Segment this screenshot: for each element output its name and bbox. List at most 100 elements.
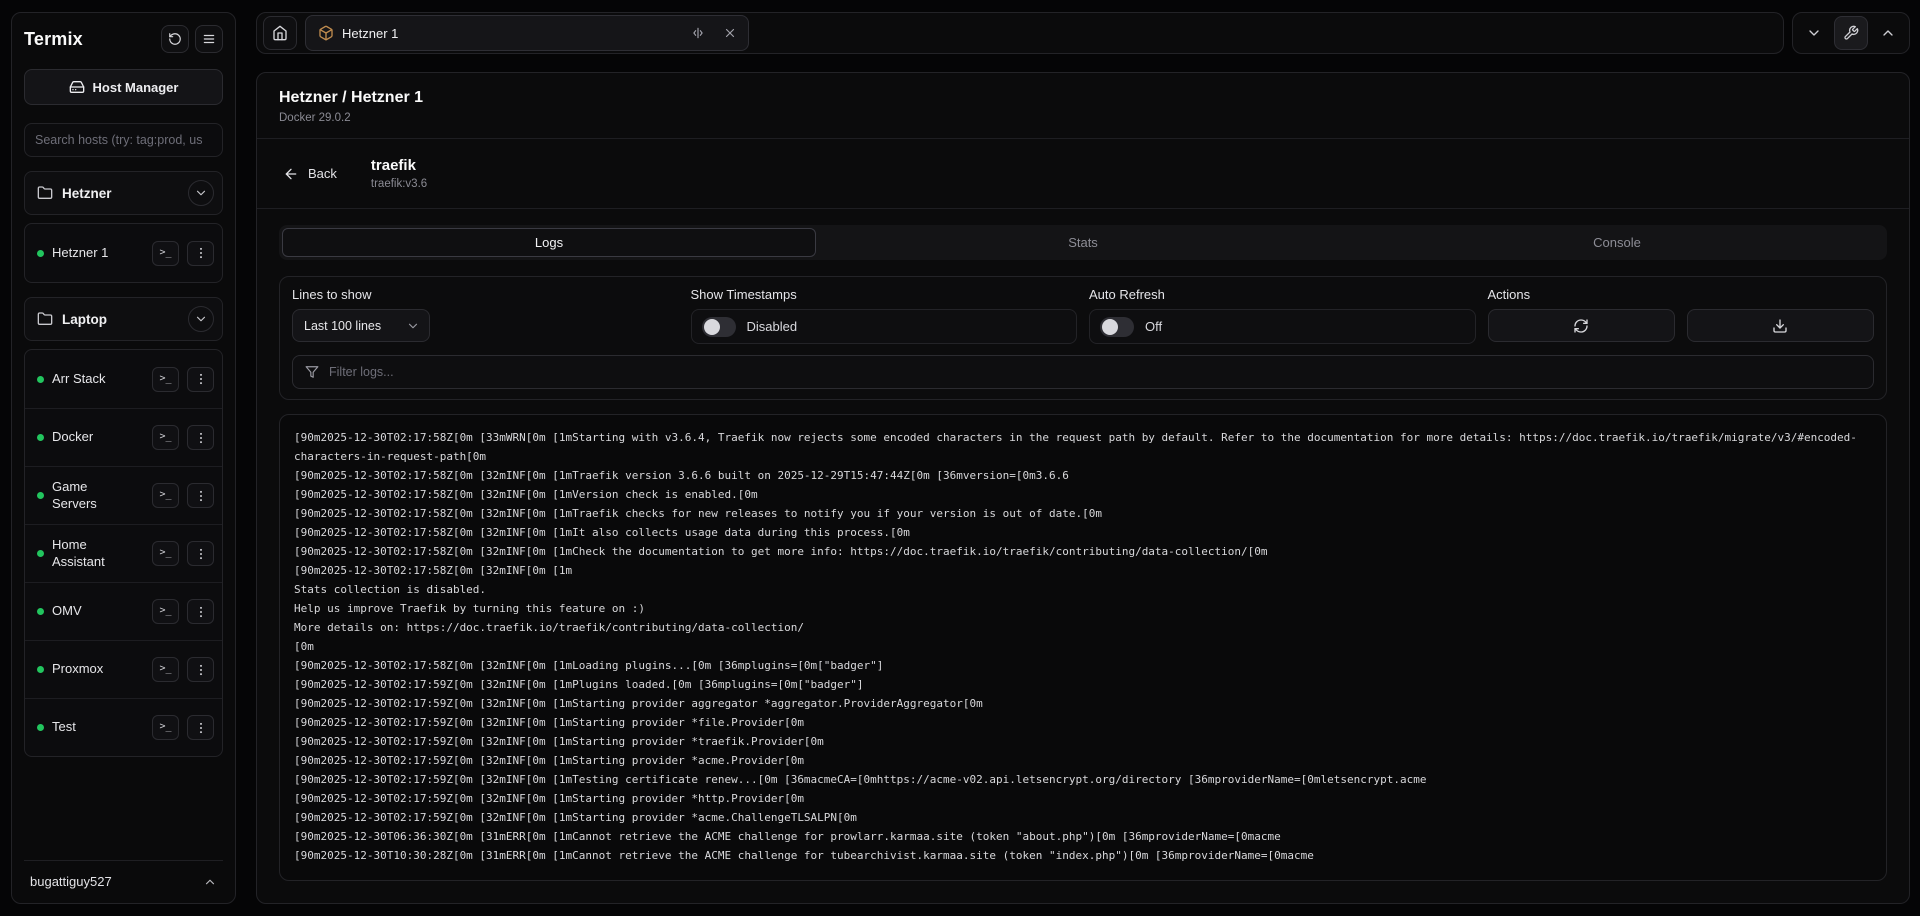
- tab-console[interactable]: Console: [1350, 228, 1884, 257]
- kebab-menu-icon: [194, 605, 208, 619]
- filter-logs-input[interactable]: [329, 365, 1861, 379]
- back-button[interactable]: Back: [279, 160, 341, 188]
- show-timestamps-toggle[interactable]: [702, 317, 736, 337]
- log-line: [90m2025-12-30T02:17:59Z[0m [32mINF[0m […: [294, 732, 1872, 751]
- menu-button[interactable]: [195, 25, 223, 53]
- lines-to-show-label: Lines to show: [292, 287, 679, 302]
- search-hosts-input[interactable]: [24, 123, 223, 157]
- wrench-icon: [1843, 25, 1859, 41]
- container-name: traefik: [371, 157, 427, 174]
- close-tab-button[interactable]: [718, 21, 742, 45]
- tools-button[interactable]: [1834, 16, 1868, 50]
- open-terminal-button[interactable]: >_: [152, 241, 179, 266]
- lines-to-show-value: Last 100 lines: [304, 319, 381, 333]
- host-row-proxmox[interactable]: Proxmox >_: [25, 640, 222, 698]
- log-line: [90m2025-12-30T02:17:59Z[0m [32mINF[0m […: [294, 808, 1872, 827]
- lines-to-show-select[interactable]: Last 100 lines: [292, 309, 430, 342]
- filter-icon: [305, 365, 319, 379]
- chevron-down-icon: [194, 312, 208, 326]
- host-row-game-servers[interactable]: Game Servers >_: [25, 466, 222, 524]
- host-menu-button[interactable]: [187, 241, 214, 266]
- host-group-hetzner[interactable]: Hetzner: [24, 171, 223, 215]
- log-line: More details on: https://doc.traefik.io/…: [294, 618, 1872, 637]
- home-button[interactable]: [263, 16, 297, 50]
- collapse-topbar-button[interactable]: [1871, 16, 1905, 50]
- open-terminal-button[interactable]: >_: [152, 715, 179, 740]
- host-row-hetzner-1[interactable]: Hetzner 1 >_: [25, 224, 222, 282]
- tab-logs[interactable]: Logs: [282, 228, 816, 257]
- show-timestamps-label: Show Timestamps: [691, 287, 1078, 302]
- container-image: traefik:v3.6: [371, 178, 427, 190]
- open-terminal-button[interactable]: >_: [152, 367, 179, 392]
- host-row-docker[interactable]: Docker >_: [25, 408, 222, 466]
- terminal-tab-hetzner-1[interactable]: Hetzner 1: [305, 15, 749, 51]
- close-icon: [723, 26, 737, 40]
- kebab-menu-icon: [194, 663, 208, 677]
- runtime-version: Docker 29.0.2: [279, 112, 1887, 124]
- group-collapse-button[interactable]: [188, 306, 214, 332]
- arrow-left-icon: [283, 166, 299, 182]
- host-menu-button[interactable]: [187, 425, 214, 450]
- host-name: Game Servers: [52, 479, 144, 513]
- kebab-menu-icon: [194, 431, 208, 445]
- host-menu-button[interactable]: [187, 541, 214, 566]
- log-viewer[interactable]: [90m2025-12-30T02:17:58Z[0m [33mWRN[0m […: [279, 414, 1887, 881]
- toggle-knob: [1102, 319, 1118, 335]
- host-name: Docker: [52, 429, 144, 446]
- toggle-knob: [704, 319, 720, 335]
- filter-row: [292, 355, 1874, 389]
- host-menu-button[interactable]: [187, 367, 214, 392]
- host-name: Hetzner 1: [52, 245, 144, 262]
- log-line: [0m: [294, 637, 1872, 656]
- kebab-menu-icon: [194, 489, 208, 503]
- log-line: [90m2025-12-30T02:17:59Z[0m [32mINF[0m […: [294, 770, 1872, 789]
- host-group-laptop[interactable]: Laptop: [24, 297, 223, 341]
- auto-refresh-label: Auto Refresh: [1089, 287, 1476, 302]
- host-menu-button[interactable]: [187, 657, 214, 682]
- action-buttons: [1488, 309, 1875, 342]
- show-timestamps-control: Show Timestamps Disabled: [691, 287, 1078, 344]
- host-manager-button[interactable]: Host Manager: [24, 69, 223, 105]
- status-dot-online: [37, 250, 44, 257]
- refresh-logs-button[interactable]: [1488, 309, 1675, 342]
- status-dot-online: [37, 666, 44, 673]
- status-dot-online: [37, 724, 44, 731]
- open-terminal-button[interactable]: >_: [152, 483, 179, 508]
- tab-stats[interactable]: Stats: [816, 228, 1350, 257]
- log-line: [90m2025-12-30T02:17:58Z[0m [32mINF[0m […: [294, 542, 1872, 561]
- group-collapse-button[interactable]: [188, 180, 214, 206]
- topbar: Hetzner 1: [256, 12, 1910, 54]
- host-name: Proxmox: [52, 661, 144, 678]
- actions-control: Actions: [1488, 287, 1875, 344]
- host-menu-button[interactable]: [187, 483, 214, 508]
- host-name: Test: [52, 719, 144, 736]
- user-menu[interactable]: bugattiguy527: [24, 860, 223, 891]
- open-terminal-button[interactable]: >_: [152, 541, 179, 566]
- topbar-actions: [1792, 12, 1910, 54]
- host-row-arr-stack[interactable]: Arr Stack >_: [25, 350, 222, 408]
- tab-label: Hetzner 1: [342, 26, 678, 41]
- dropdown-button[interactable]: [1797, 16, 1831, 50]
- open-terminal-button[interactable]: >_: [152, 599, 179, 624]
- refresh-hosts-button[interactable]: [161, 25, 189, 53]
- auto-refresh-toggle[interactable]: [1100, 317, 1134, 337]
- host-list: Arr Stack >_ Docker >_ Game Servers >_ H…: [24, 349, 223, 757]
- host-menu-button[interactable]: [187, 715, 214, 740]
- status-dot-online: [37, 434, 44, 441]
- open-terminal-button[interactable]: >_: [152, 425, 179, 450]
- host-menu-button[interactable]: [187, 599, 214, 624]
- status-dot-online: [37, 550, 44, 557]
- kebab-menu-icon: [194, 547, 208, 561]
- host-row-home-assistant[interactable]: Home Assistant >_: [25, 524, 222, 582]
- open-terminal-button[interactable]: >_: [152, 657, 179, 682]
- hard-drive-icon: [69, 79, 85, 95]
- host-row-test[interactable]: Test >_: [25, 698, 222, 756]
- chevron-down-icon: [1806, 25, 1822, 41]
- host-row-omv[interactable]: OMV >_: [25, 582, 222, 640]
- split-view-button[interactable]: [686, 21, 710, 45]
- download-logs-button[interactable]: [1687, 309, 1874, 342]
- log-line: Stats collection is disabled.: [294, 580, 1872, 599]
- group-label: Hetzner: [62, 186, 179, 201]
- log-line: [90m2025-12-30T02:17:58Z[0m [32mINF[0m […: [294, 656, 1872, 675]
- sidebar-header: Termix: [24, 25, 223, 53]
